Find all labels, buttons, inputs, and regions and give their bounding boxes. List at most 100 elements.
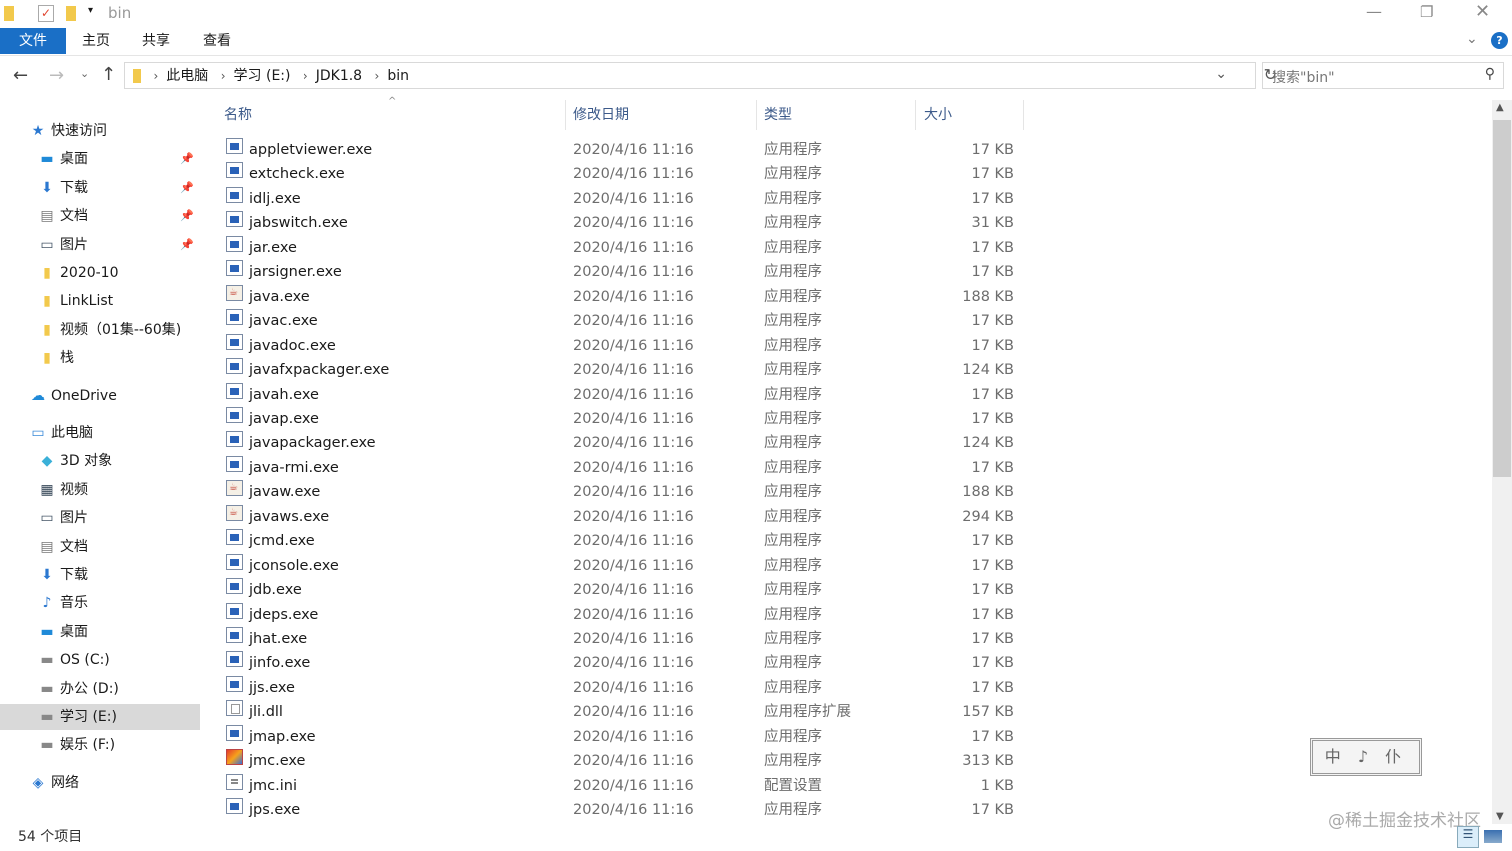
sidebar-item[interactable]: ▭ 此电脑: [0, 420, 200, 446]
tab-view[interactable]: 查看: [191, 28, 243, 54]
breadcrumb-drive-e[interactable]: 学习 (E:): [234, 68, 291, 84]
file-row[interactable]: java.exe 2020/4/16 11:16 应用程序 188 KB: [222, 281, 1022, 309]
file-name: javaw.exe: [249, 484, 321, 501]
file-row[interactable]: jps.exe 2020/4/16 11:16 应用程序 17 KB: [222, 798, 1022, 822]
download-icon: ⬇: [41, 179, 53, 196]
file-row[interactable]: appletviewer.exe 2020/4/16 11:16 应用程序 17 KB: [222, 138, 1022, 162]
file-name: jconsole.exe: [249, 557, 339, 574]
breadcrumb-jdk[interactable]: JDK1.8: [316, 68, 362, 84]
file-row[interactable]: javafxpackager.exe 2020/4/16 11:16 应用程序 124…: [222, 358, 1022, 382]
sidebar-item[interactable]: ♪ 音乐: [0, 590, 200, 616]
up-button[interactable]: ↑: [101, 64, 116, 85]
file-row[interactable]: jjs.exe 2020/4/16 11:16 应用程序 17 KB: [222, 675, 1022, 700]
sidebar-item[interactable]: ▭ 图片: [0, 505, 200, 531]
tab-file[interactable]: 文件: [0, 28, 66, 54]
file-row[interactable]: javadoc.exe 2020/4/16 11:16 应用程序 17 KB: [222, 333, 1022, 358]
sidebar-item[interactable]: ★ 快速访问: [0, 118, 200, 144]
file-row[interactable]: jinfo.exe 2020/4/16 11:16 应用程序 17 KB: [222, 651, 1022, 675]
forward-button[interactable]: →: [49, 65, 64, 86]
search-input[interactable]: 搜索"bin" ⚲: [1262, 62, 1504, 89]
sidebar-item[interactable]: ▬ 桌面: [0, 619, 200, 645]
column-date[interactable]: 修改日期: [565, 100, 757, 130]
sidebar-item[interactable]: ▬ 办公 (D:): [0, 676, 200, 702]
file-row[interactable]: java-rmi.exe 2020/4/16 11:16 应用程序 17 KB: [222, 455, 1022, 480]
sidebar-item[interactable]: ▤ 文档: [0, 534, 200, 560]
details-view-button[interactable]: ☰: [1457, 826, 1479, 848]
file-row[interactable]: jdeps.exe 2020/4/16 11:16 应用程序 17 KB: [222, 602, 1022, 627]
vertical-scrollbar[interactable]: ▲ ▼: [1492, 100, 1512, 824]
close-button[interactable]: ✕: [1475, 1, 1490, 22]
file-type: 应用程序扩展: [764, 704, 851, 721]
drive-icon: ▬: [40, 737, 54, 754]
file-type: 应用程序: [764, 753, 822, 770]
column-type[interactable]: 类型: [756, 100, 916, 130]
file-row[interactable]: javap.exe 2020/4/16 11:16 应用程序 17 KB: [222, 406, 1022, 431]
sidebar-item[interactable]: ▦ 视频: [0, 477, 200, 503]
new-folder-icon[interactable]: [66, 6, 76, 21]
file-row[interactable]: jcmd.exe 2020/4/16 11:16 应用程序 17 KB: [222, 529, 1022, 553]
file-date: 2020/4/16 11:16: [573, 508, 694, 525]
file-row[interactable]: jhat.exe 2020/4/16 11:16 应用程序 17 KB: [222, 627, 1022, 651]
scroll-down-icon[interactable]: ▼: [1496, 811, 1504, 822]
file-row[interactable]: javaw.exe 2020/4/16 11:16 应用程序 188 KB: [222, 476, 1022, 504]
file-size: 17 KB: [971, 582, 1014, 599]
file-row[interactable]: jarsigner.exe 2020/4/16 11:16 应用程序 17 KB: [222, 260, 1022, 284]
file-row[interactable]: jconsole.exe 2020/4/16 11:16 应用程序 17 KB: [222, 553, 1022, 578]
sidebar-item[interactable]: ▬ 桌面 📌: [0, 146, 200, 172]
file-row[interactable]: javapackager.exe 2020/4/16 11:16 应用程序 124 K…: [222, 431, 1022, 455]
sidebar-item[interactable]: ☁ OneDrive: [0, 383, 200, 409]
file-row[interactable]: javac.exe 2020/4/16 11:16 应用程序 17 KB: [222, 309, 1022, 333]
breadcrumb-bin[interactable]: bin: [387, 68, 409, 84]
file-type: 应用程序: [764, 728, 822, 745]
tab-share[interactable]: 共享: [130, 28, 182, 54]
file-row[interactable]: jmc.exe 2020/4/16 11:16 应用程序 313 KB: [222, 749, 1022, 773]
tab-home[interactable]: 主页: [70, 28, 122, 54]
file-size: 17 KB: [971, 655, 1014, 672]
sidebar-item[interactable]: ⬇ 下载: [0, 562, 200, 588]
minimize-button[interactable]: —: [1366, 2, 1382, 21]
sidebar-item[interactable]: ⬇ 下载 📌: [0, 175, 200, 201]
file-row[interactable]: javah.exe 2020/4/16 11:16 应用程序 17 KB: [222, 382, 1022, 407]
network-icon: ◈: [32, 774, 44, 791]
sidebar-item[interactable]: ◆ 3D 对象: [0, 448, 200, 474]
sidebar-item[interactable]: ◈ 网络: [0, 770, 200, 796]
sidebar-item[interactable]: ▮ 2020-10: [0, 260, 200, 286]
sidebar-item[interactable]: ▭ 图片 📌: [0, 232, 200, 258]
sidebar-item[interactable]: ▬ 娱乐 (F:): [0, 732, 200, 758]
maximize-button[interactable]: ❐: [1420, 3, 1433, 21]
help-icon[interactable]: ?: [1491, 32, 1508, 49]
file-row[interactable]: jdb.exe 2020/4/16 11:16 应用程序 17 KB: [222, 578, 1022, 602]
file-row[interactable]: javaws.exe 2020/4/16 11:16 应用程序 294 KB: [222, 501, 1022, 529]
sidebar-item[interactable]: ▮ LinkList: [0, 288, 200, 314]
expand-ribbon-icon[interactable]: ⌄: [1466, 31, 1478, 47]
sidebar-item[interactable]: ▬ OS (C:): [0, 647, 200, 673]
recent-locations-icon[interactable]: ⌄: [80, 67, 89, 80]
sidebar-item[interactable]: ▮ 视频（01集--60集): [0, 317, 200, 343]
file-date: 2020/4/16 11:16: [573, 582, 694, 599]
file-row[interactable]: jabswitch.exe 2020/4/16 11:16 应用程序 31 KB: [222, 211, 1022, 235]
column-size[interactable]: 大小: [916, 100, 1024, 130]
breadcrumb-this-pc[interactable]: 此电脑: [166, 68, 208, 84]
file-name: idlj.exe: [249, 190, 301, 207]
large-icons-view-button[interactable]: [1484, 830, 1502, 843]
file-type: 应用程序: [764, 655, 822, 672]
scroll-up-icon[interactable]: ▲: [1496, 102, 1504, 113]
picture-icon: ▭: [40, 236, 54, 253]
customize-toolbar-icon[interactable]: ▾: [88, 5, 93, 16]
file-row[interactable]: jmap.exe 2020/4/16 11:16 应用程序 17 KB: [222, 724, 1022, 749]
sidebar-item[interactable]: ▮ 栈: [0, 345, 200, 371]
address-dropdown-icon[interactable]: ⌄: [1215, 66, 1227, 82]
address-bar[interactable]: › 此电脑 › 学习 (E:) › JDK1.8 › bin ⌄ ↻: [124, 62, 1277, 89]
properties-icon[interactable]: ✓: [38, 5, 54, 22]
file-row[interactable]: jar.exe 2020/4/16 11:16 应用程序 17 KB: [222, 235, 1022, 260]
sidebar-item[interactable]: ▤ 文档 📌: [0, 203, 200, 229]
file-date: 2020/4/16 11:16: [573, 142, 694, 158]
document-icon: ▤: [40, 538, 54, 555]
scrollbar-thumb[interactable]: [1493, 120, 1511, 477]
back-button[interactable]: ←: [13, 65, 28, 86]
file-row[interactable]: jmc.ini 2020/4/16 11:16 配置设置 1 KB: [222, 773, 1022, 798]
file-row[interactable]: jli.dll 2020/4/16 11:16 应用程序扩展 157 KB: [222, 700, 1022, 724]
file-row[interactable]: idlj.exe 2020/4/16 11:16 应用程序 17 KB: [222, 186, 1022, 211]
sidebar-item[interactable]: ▬ 学习 (E:): [0, 704, 200, 730]
file-row[interactable]: extcheck.exe 2020/4/16 11:16 应用程序 17 KB: [222, 162, 1022, 186]
